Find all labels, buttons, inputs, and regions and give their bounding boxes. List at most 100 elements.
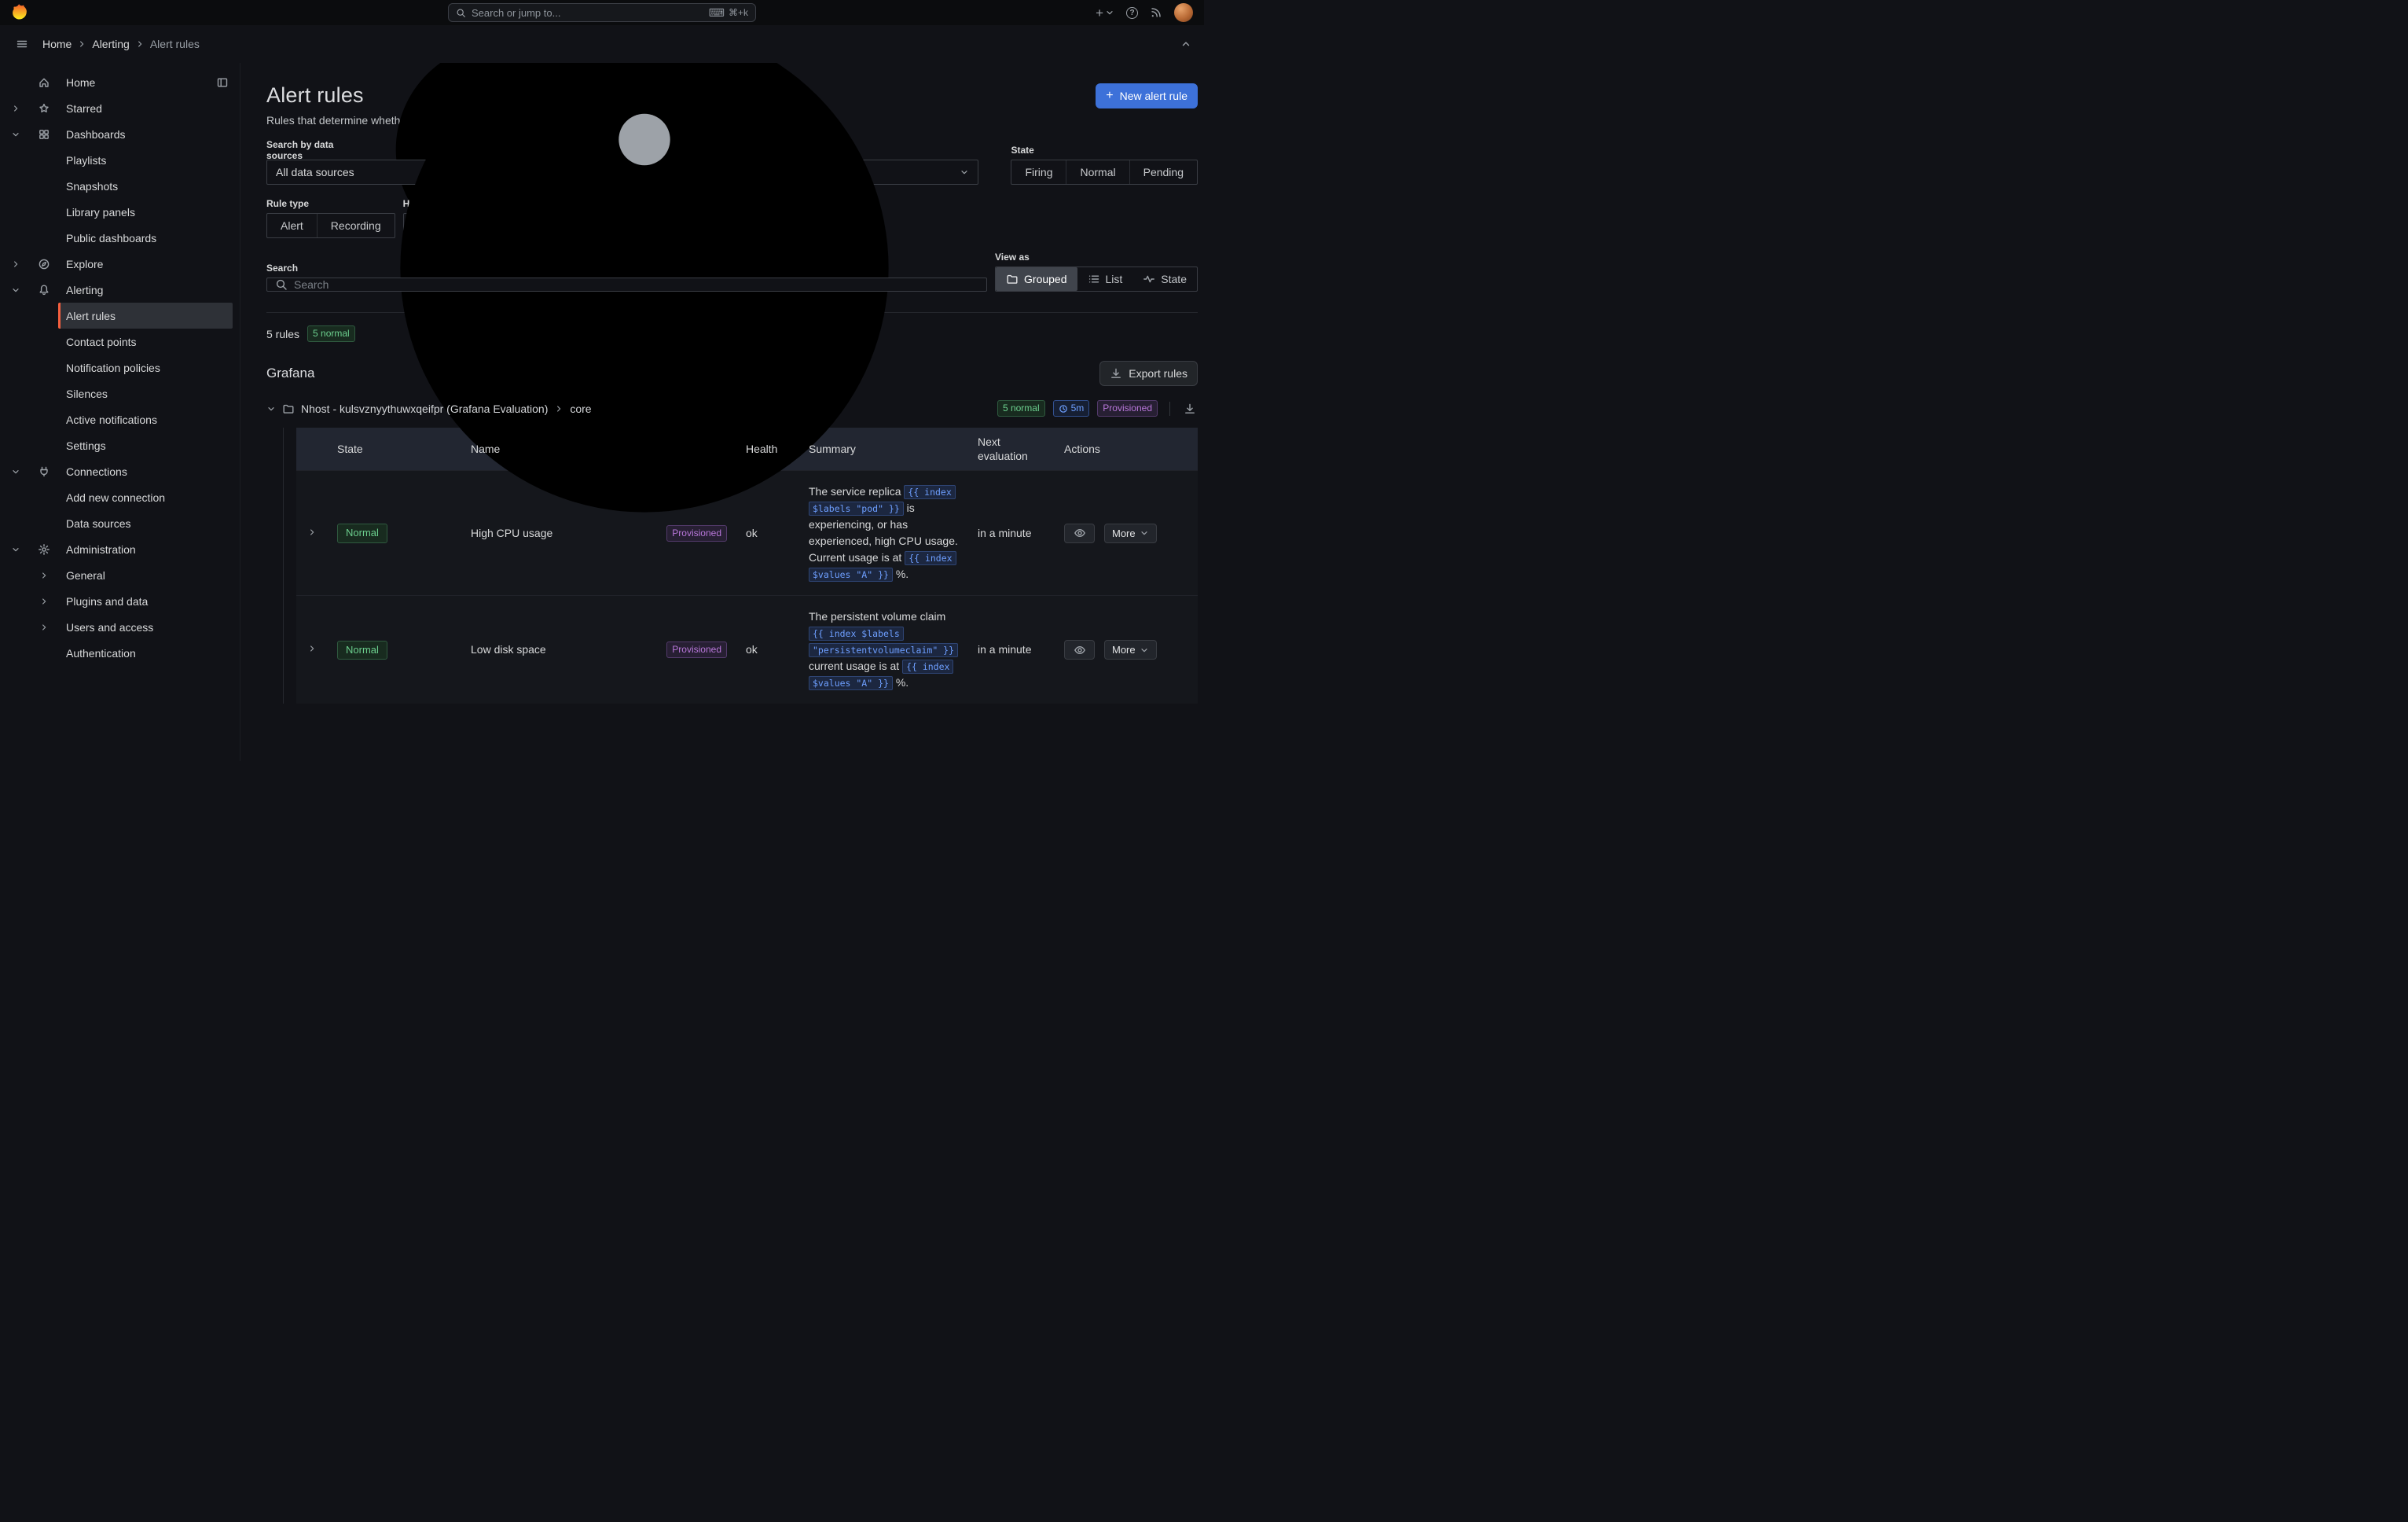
panel-toggle-icon bbox=[216, 76, 229, 89]
rule-name[interactable]: Low disk space bbox=[471, 642, 546, 658]
sidebar-item-alerting[interactable]: Alerting bbox=[0, 277, 240, 303]
export-group-button[interactable] bbox=[1182, 401, 1198, 417]
chevron-down-icon[interactable] bbox=[6, 285, 25, 295]
group-name: Nhost - kulsvznyythuwxqeifpr (Grafana Ev… bbox=[301, 403, 548, 415]
download-icon bbox=[1184, 403, 1196, 415]
sidebar-item-add-new-connection[interactable]: Add new connection bbox=[58, 484, 233, 510]
sidebar-item-settings[interactable]: Settings bbox=[58, 432, 233, 458]
sidebar-item-data-sources[interactable]: Data sources bbox=[58, 510, 233, 536]
bell-icon bbox=[38, 284, 50, 296]
sidebar-item-plugins-and-data[interactable]: Plugins and data bbox=[0, 588, 240, 614]
chevron-down-icon bbox=[1140, 528, 1149, 538]
search-icon bbox=[456, 8, 466, 18]
folder-icon bbox=[282, 403, 295, 415]
sidebar-item-snapshots[interactable]: Snapshots bbox=[58, 173, 233, 199]
chevron-right-icon[interactable] bbox=[35, 597, 53, 606]
expand-row-button[interactable] bbox=[307, 528, 317, 537]
clock-icon bbox=[1059, 404, 1068, 414]
sidebar-item-alert-rules[interactable]: Alert rules bbox=[58, 303, 233, 329]
help-icon: ? bbox=[1126, 7, 1138, 19]
chevron-down-icon bbox=[266, 404, 276, 414]
more-actions-button[interactable]: More bbox=[1104, 524, 1157, 543]
filters: Search by data sources All data sources … bbox=[266, 144, 1198, 292]
view-rule-button[interactable] bbox=[1064, 524, 1095, 543]
chevron-right-icon bbox=[307, 528, 317, 537]
state-option-pending[interactable]: Pending bbox=[1129, 160, 1197, 184]
chevron-down-icon bbox=[1105, 8, 1114, 17]
plus-icon: + bbox=[1096, 6, 1103, 20]
chevron-right-icon[interactable] bbox=[6, 104, 25, 113]
grafana-logo-icon[interactable] bbox=[11, 4, 28, 21]
template-code: {{ index $labels "persistentvolumeclaim"… bbox=[809, 627, 958, 657]
breadcrumb: Home Alerting Alert rules bbox=[42, 38, 200, 50]
next-evaluation-value: in a minute bbox=[968, 596, 1055, 704]
export-rules-button[interactable]: Export rules bbox=[1099, 361, 1198, 386]
more-actions-button[interactable]: More bbox=[1104, 640, 1157, 660]
chevron-up-icon bbox=[1180, 39, 1191, 50]
chevron-down-icon[interactable] bbox=[6, 467, 25, 476]
sidebar-item-notification-policies[interactable]: Notification policies bbox=[58, 355, 233, 380]
sidebar-item-public-dashboards[interactable]: Public dashboards bbox=[58, 225, 233, 251]
breadcrumb-alerting[interactable]: Alerting bbox=[92, 38, 129, 50]
view-option-list[interactable]: List bbox=[1077, 267, 1133, 291]
sidebar-item-home[interactable]: Home bbox=[0, 69, 240, 95]
chevron-right-icon[interactable] bbox=[6, 259, 25, 269]
sidebar-item-general[interactable]: General bbox=[0, 562, 240, 588]
view-rule-button[interactable] bbox=[1064, 640, 1095, 660]
header-actions: Actions bbox=[1055, 428, 1198, 471]
global-search-input[interactable] bbox=[472, 7, 703, 19]
rule-name[interactable]: High CPU usage bbox=[471, 525, 552, 542]
sidebar-item-active-notifications[interactable]: Active notifications bbox=[58, 406, 233, 432]
state-option-normal[interactable]: Normal bbox=[1066, 160, 1129, 184]
divider bbox=[1169, 402, 1170, 416]
group-normal-badge: 5 normal bbox=[997, 400, 1045, 417]
hamburger-icon bbox=[16, 38, 28, 50]
sidebar-item-administration[interactable]: Administration bbox=[0, 536, 240, 562]
chevron-right-icon bbox=[77, 39, 86, 49]
list-icon bbox=[1088, 273, 1100, 285]
breadcrumb-home[interactable]: Home bbox=[42, 38, 72, 50]
sidebar-item-playlists[interactable]: Playlists bbox=[58, 147, 233, 173]
gear-icon bbox=[38, 543, 50, 556]
view-option-state[interactable]: State bbox=[1132, 267, 1197, 291]
news-button[interactable] bbox=[1150, 6, 1162, 19]
main-content: Alert rules Rules that determine whether… bbox=[240, 63, 1204, 761]
collapse-group-button[interactable] bbox=[266, 404, 276, 414]
breadcrumb-current: Alert rules bbox=[150, 38, 200, 50]
rules-search-input[interactable] bbox=[294, 278, 978, 291]
view-option-grouped[interactable]: Grouped bbox=[996, 267, 1077, 291]
user-avatar[interactable] bbox=[1174, 3, 1193, 22]
sidebar: Home Starred Dashboards Playlists Snapsh… bbox=[0, 63, 240, 761]
state-badge: Normal bbox=[337, 641, 387, 660]
chevron-right-icon[interactable] bbox=[35, 623, 53, 632]
keyboard-icon: ⌨ bbox=[709, 7, 725, 18]
plus-icon: + bbox=[1106, 90, 1113, 102]
state-option-firing[interactable]: Firing bbox=[1011, 160, 1066, 184]
help-button[interactable]: ? bbox=[1126, 7, 1138, 19]
new-alert-rule-button[interactable]: + New alert rule bbox=[1096, 83, 1198, 108]
group-provisioned-badge: Provisioned bbox=[1097, 400, 1158, 417]
dock-menu-button[interactable] bbox=[216, 76, 229, 89]
sidebar-item-starred[interactable]: Starred bbox=[0, 95, 240, 121]
sidebar-item-users-and-access[interactable]: Users and access bbox=[0, 614, 240, 640]
chevron-down-icon[interactable] bbox=[6, 130, 25, 139]
sidebar-item-library-panels[interactable]: Library panels bbox=[58, 199, 233, 225]
sidebar-item-silences[interactable]: Silences bbox=[58, 380, 233, 406]
chevron-down-icon[interactable] bbox=[6, 545, 25, 554]
chevron-down-icon bbox=[1140, 645, 1149, 655]
menu-toggle-button[interactable] bbox=[13, 35, 31, 53]
sidebar-item-authentication[interactable]: Authentication bbox=[58, 640, 233, 666]
chevron-right-icon[interactable] bbox=[35, 571, 53, 580]
breadcrumb-bar: Home Alerting Alert rules bbox=[0, 25, 1204, 63]
sidebar-item-contact-points[interactable]: Contact points bbox=[58, 329, 233, 355]
expand-row-button[interactable] bbox=[307, 644, 317, 653]
global-search[interactable]: ⌨ ⌘+k bbox=[448, 3, 756, 22]
sidebar-item-connections[interactable]: Connections bbox=[0, 458, 240, 484]
collapse-bar-button[interactable] bbox=[1180, 39, 1191, 50]
sidebar-item-explore[interactable]: Explore bbox=[0, 251, 240, 277]
summary-cell: The persistent volume claim {{ index $la… bbox=[799, 596, 968, 704]
top-bar: ⌨ ⌘+k + ? bbox=[0, 0, 1204, 25]
sidebar-item-dashboards[interactable]: Dashboards bbox=[0, 121, 240, 147]
add-menu-button[interactable]: + bbox=[1096, 6, 1114, 20]
group-subpath: core bbox=[570, 403, 591, 415]
